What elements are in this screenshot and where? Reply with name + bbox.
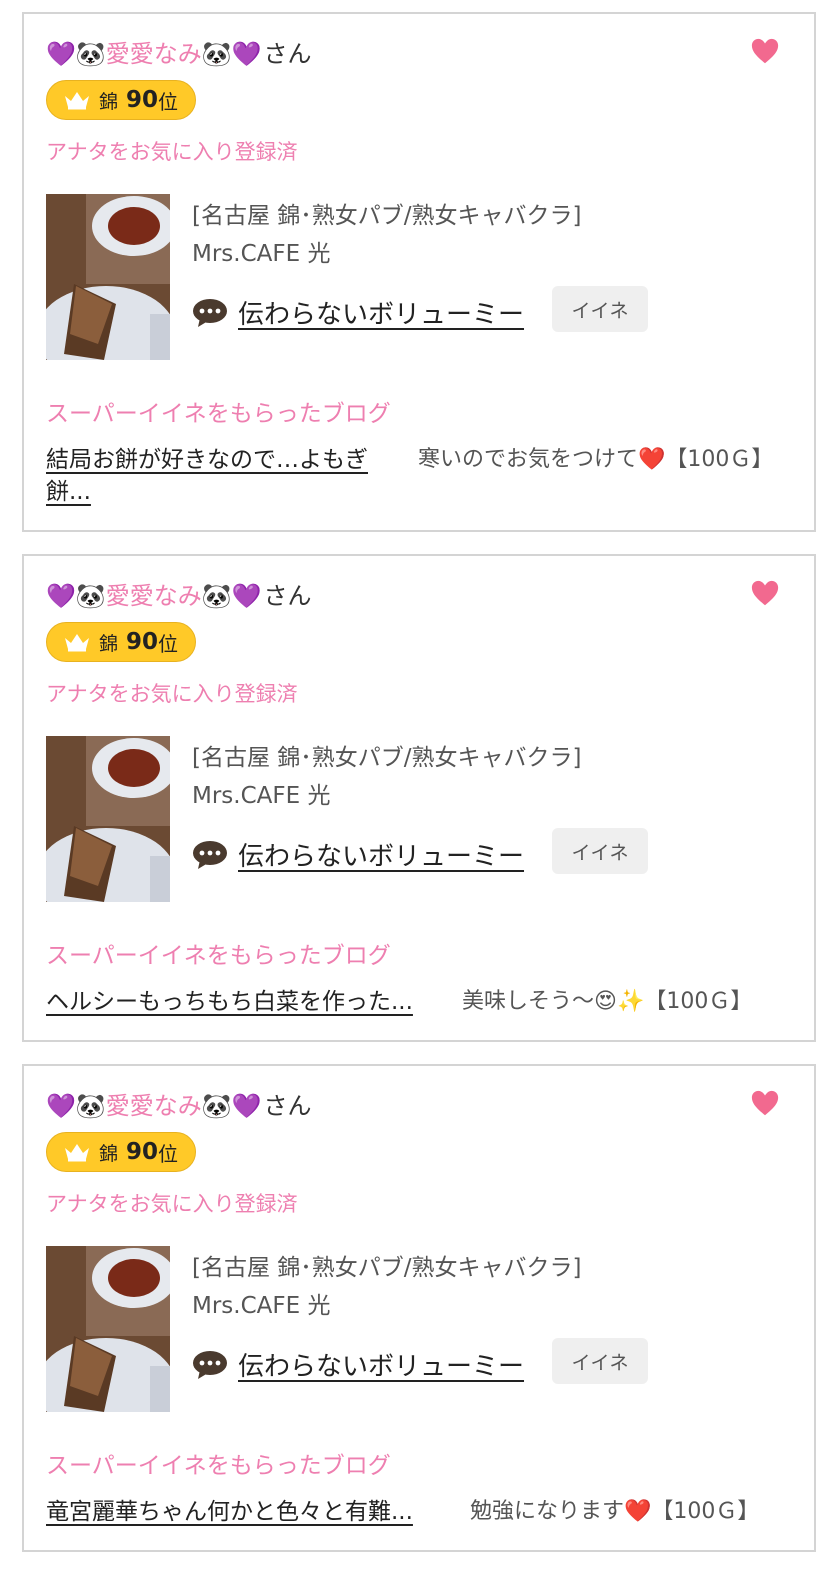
comment-emoji: 😍✨ bbox=[594, 989, 645, 1014]
rank-number: 90 bbox=[126, 629, 159, 655]
comment-emoji: ❤️ bbox=[638, 447, 666, 472]
user-name[interactable]: 💜🐼 愛愛なみ 🐼💜 さん bbox=[46, 580, 312, 612]
crown-icon bbox=[65, 92, 89, 110]
cast-row: 伝わらないボリューミー bbox=[192, 836, 524, 873]
cast-photo[interactable] bbox=[46, 736, 170, 902]
comment: 美味しそう～😍✨【100Ｇ】 bbox=[462, 986, 752, 1018]
user-name-text: 愛愛なみ bbox=[105, 40, 202, 68]
blog-like-card: 💜🐼 愛愛なみ 🐼💜 さん 錦 90 位 アナタをお気に入り登録済 [名古屋 錦… bbox=[22, 554, 816, 1042]
chat-bubble-icon bbox=[193, 298, 227, 327]
cast-photo[interactable] bbox=[46, 1246, 170, 1412]
rank-number: 90 bbox=[126, 1139, 159, 1165]
cast-name-link[interactable]: 伝わらないボリューミー bbox=[238, 294, 524, 331]
cast-name-link[interactable]: 伝わらないボリューミー bbox=[238, 1346, 524, 1383]
name-emoji-right: 🐼💜 bbox=[201, 40, 262, 68]
crown-icon bbox=[65, 1144, 89, 1162]
rank-area: 錦 bbox=[99, 632, 119, 655]
shop-category: [名古屋 錦･熟女パブ/熟女キャバクラ] bbox=[192, 203, 582, 229]
like-button[interactable]: イイネ bbox=[552, 1338, 648, 1384]
heart-icon[interactable] bbox=[750, 36, 780, 66]
shop-name: Mrs.CAFE 光 bbox=[192, 241, 331, 267]
name-emoji-right: 🐼💜 bbox=[201, 582, 262, 610]
user-name[interactable]: 💜🐼 愛愛なみ 🐼💜 さん bbox=[46, 38, 312, 70]
rank-number: 90 bbox=[126, 87, 159, 113]
shop-category: [名古屋 錦･熟女パブ/熟女キャバクラ] bbox=[192, 1255, 582, 1281]
super-like-label: スーパーイイネをもらったブログ bbox=[46, 401, 391, 427]
user-name-text: 愛愛なみ bbox=[105, 1092, 202, 1120]
name-suffix: さん bbox=[263, 40, 312, 68]
comment-amount: 【100Ｇ】 bbox=[665, 447, 774, 472]
comment: 寒いのでお気をつけて❤️【100Ｇ】 bbox=[418, 444, 778, 476]
chat-bubble-icon bbox=[193, 840, 227, 869]
blog-title-link[interactable]: ヘルシーもっちもち白菜を作った... bbox=[46, 986, 413, 1018]
chat-bubble-icon bbox=[193, 1350, 227, 1379]
rank-unit: 位 bbox=[158, 631, 179, 656]
favorite-status: アナタをお気に入り登録済 bbox=[46, 682, 298, 706]
shop-name: Mrs.CAFE 光 bbox=[192, 783, 331, 809]
blog-like-card: 💜🐼 愛愛なみ 🐼💜 さん 錦 90 位 アナタをお気に入り登録済 [名古屋 錦… bbox=[22, 12, 816, 532]
heart-icon[interactable] bbox=[750, 1088, 780, 1118]
rank-badge: 錦 90 位 bbox=[46, 1132, 196, 1172]
name-emoji-left: 💜🐼 bbox=[46, 40, 106, 68]
name-suffix: さん bbox=[263, 582, 312, 610]
cast-name-link[interactable]: 伝わらないボリューミー bbox=[238, 836, 524, 873]
blog-title-link[interactable]: 竜宮麗華ちゃん何かと色々と有難... bbox=[46, 1496, 413, 1528]
favorite-status: アナタをお気に入り登録済 bbox=[46, 1192, 298, 1216]
rank-area: 錦 bbox=[99, 1142, 119, 1165]
super-like-label: スーパーイイネをもらったブログ bbox=[46, 943, 391, 969]
like-button[interactable]: イイネ bbox=[552, 286, 648, 332]
name-emoji-left: 💜🐼 bbox=[46, 1092, 106, 1120]
shop-name: Mrs.CAFE 光 bbox=[192, 1293, 331, 1319]
comment-amount: 【100Ｇ】 bbox=[644, 989, 753, 1014]
comment-text: 勉強になります bbox=[470, 1499, 625, 1524]
favorite-status: アナタをお気に入り登録済 bbox=[46, 140, 298, 164]
rank-badge: 錦 90 位 bbox=[46, 622, 196, 662]
user-name[interactable]: 💜🐼 愛愛なみ 🐼💜 さん bbox=[46, 1090, 312, 1122]
user-name-text: 愛愛なみ bbox=[105, 582, 202, 610]
heart-icon[interactable] bbox=[750, 578, 780, 608]
name-suffix: さん bbox=[263, 1092, 312, 1120]
super-like-label: スーパーイイネをもらったブログ bbox=[46, 1453, 391, 1479]
rank-badge: 錦 90 位 bbox=[46, 80, 196, 120]
blog-like-card: 💜🐼 愛愛なみ 🐼💜 さん 錦 90 位 アナタをお気に入り登録済 [名古屋 錦… bbox=[22, 1064, 816, 1552]
shop-category: [名古屋 錦･熟女パブ/熟女キャバクラ] bbox=[192, 745, 582, 771]
rank-unit: 位 bbox=[158, 89, 179, 114]
name-emoji-right: 🐼💜 bbox=[201, 1092, 262, 1120]
comment-text: 寒いのでお気をつけて bbox=[418, 447, 639, 472]
comment: 勉強になります❤️【100Ｇ】 bbox=[470, 1496, 759, 1528]
rank-area: 錦 bbox=[99, 90, 119, 113]
comment-emoji: ❤️ bbox=[624, 1499, 652, 1524]
comment-text: 美味しそう～ bbox=[462, 989, 595, 1014]
like-button[interactable]: イイネ bbox=[552, 828, 648, 874]
comment-amount: 【100Ｇ】 bbox=[651, 1499, 760, 1524]
blog-title-link[interactable]: 結局お餅が好きなので…よもぎ餅... bbox=[46, 444, 406, 508]
rank-unit: 位 bbox=[158, 1141, 179, 1166]
cast-photo[interactable] bbox=[46, 194, 170, 360]
crown-icon bbox=[65, 634, 89, 652]
cast-row: 伝わらないボリューミー bbox=[192, 294, 524, 331]
name-emoji-left: 💜🐼 bbox=[46, 582, 106, 610]
cast-row: 伝わらないボリューミー bbox=[192, 1346, 524, 1383]
